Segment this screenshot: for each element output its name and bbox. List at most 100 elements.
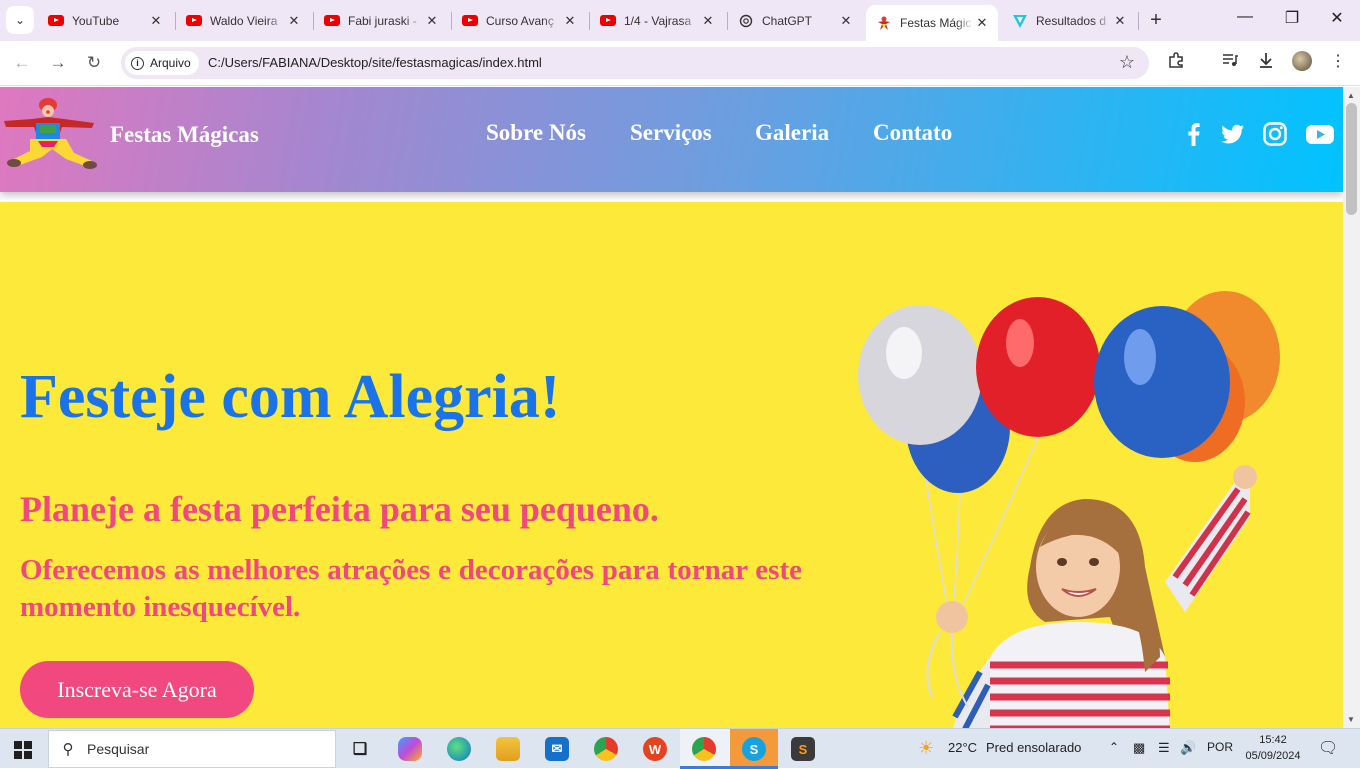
- youtube-icon: [462, 13, 478, 29]
- url-text[interactable]: C:/Users/FABIANA/Desktop/site/festasmagi…: [208, 55, 542, 70]
- system-clock[interactable]: 15:42 05/09/2024: [1240, 732, 1306, 764]
- weather-temperature[interactable]: 22°C: [948, 740, 977, 755]
- tab-title: Curso Avanç: [486, 13, 554, 28]
- download-icon: [1260, 53, 1272, 68]
- windows-taskbar: ⚲ Pesquisar ❑ ✉ W S S ☀ 22°C Pred ensola…: [0, 728, 1360, 769]
- minimize-icon: —: [1237, 8, 1253, 25]
- girl-with-balloons-image: [858, 291, 1280, 728]
- scroll-up-icon[interactable]: ▲: [1347, 91, 1355, 100]
- browser-tab-strip: ⌄ YouTube ✕ Waldo Vieira ✕ Fabi juraski …: [0, 0, 1360, 41]
- sublime-text-icon[interactable]: S: [791, 737, 815, 761]
- instagram-icon[interactable]: [1262, 121, 1288, 147]
- close-icon[interactable]: ✕: [424, 13, 440, 29]
- arrow-right-icon: →: [49, 53, 67, 72]
- restore-button[interactable]: ❐: [1277, 8, 1307, 28]
- volume-icon[interactable]: 🔊: [1180, 740, 1196, 756]
- site-info-label: Arquivo: [150, 56, 191, 70]
- youtube-icon: [324, 13, 340, 29]
- tab-divider: [1138, 12, 1139, 30]
- back-button[interactable]: ←: [11, 52, 33, 74]
- clown-favicon-icon: [876, 15, 892, 31]
- close-window-button[interactable]: ✕: [1322, 8, 1352, 28]
- twitter-icon[interactable]: [1220, 121, 1246, 147]
- page-scrollbar[interactable]: ▲ ▼: [1343, 87, 1360, 728]
- clock-date: 05/09/2024: [1245, 750, 1301, 762]
- forward-button[interactable]: →: [47, 52, 69, 74]
- hero-subtitle: Planeje a festa perfeita para seu pequen…: [20, 489, 659, 529]
- weather-icon[interactable]: ☀: [918, 738, 934, 759]
- chevron-down-icon: ⌄: [14, 13, 26, 27]
- tab-chatgpt[interactable]: ChatGPT ✕: [728, 6, 862, 35]
- windows-start-icon[interactable]: [14, 741, 32, 759]
- search-icon: ⚲: [62, 741, 74, 758]
- brand-name[interactable]: Festas Mágicas: [110, 122, 259, 148]
- tab-title: 1/4 - Vajrasa: [624, 13, 692, 28]
- bookmark-star-icon[interactable]: ☆: [1119, 52, 1135, 73]
- edge-browser-icon[interactable]: [447, 737, 471, 761]
- skype-icon[interactable]: S: [742, 737, 766, 761]
- profile-avatar[interactable]: [1292, 51, 1312, 71]
- tab-festas-magicas[interactable]: Festas Mágic ✕: [866, 5, 998, 41]
- browser-toolbar: ← → ↻ i Arquivo C:/Users/FABIANA/Desktop…: [0, 41, 1360, 86]
- site-info-chip[interactable]: i Arquivo: [125, 51, 199, 75]
- address-bar[interactable]: i Arquivo C:/Users/FABIANA/Desktop/site/…: [121, 47, 1149, 79]
- tab-vajrasana[interactable]: 1/4 - Vajrasa ✕: [590, 6, 724, 35]
- weather-description[interactable]: Pred ensolarado: [986, 740, 1081, 755]
- close-icon[interactable]: ✕: [700, 13, 716, 29]
- language-indicator[interactable]: POR: [1207, 740, 1233, 754]
- tab-search-button[interactable]: ⌄: [6, 6, 34, 34]
- plus-icon: +: [1150, 9, 1162, 31]
- scroll-down-icon[interactable]: ▼: [1347, 715, 1355, 724]
- tab-title: Resultados d: [1036, 13, 1107, 28]
- tab-waldo-vieira[interactable]: Waldo Vieira ✕: [176, 6, 310, 35]
- notifications-icon[interactable]: 🗨: [1318, 738, 1338, 758]
- close-icon[interactable]: ✕: [974, 15, 990, 31]
- media-controls-button[interactable]: [1218, 51, 1242, 74]
- chevron-up-icon[interactable]: ⌃: [1109, 740, 1119, 754]
- extensions-button[interactable]: [1164, 51, 1188, 74]
- wps-office-icon[interactable]: W: [643, 737, 667, 761]
- task-view-icon[interactable]: ❑: [348, 737, 372, 761]
- hero-description: Oferecemos as melhores atrações e decora…: [20, 554, 802, 623]
- copilot-icon[interactable]: [398, 737, 422, 761]
- taskbar-search[interactable]: ⚲ Pesquisar: [48, 730, 336, 768]
- tab-fabi-juraski[interactable]: Fabi juraski - ✕: [314, 6, 448, 35]
- hero-section: Festeje com Alegria! Planeje a festa per…: [0, 202, 1343, 728]
- close-icon[interactable]: ✕: [286, 13, 302, 29]
- tab-youtube[interactable]: YouTube ✕: [38, 6, 172, 35]
- tab-resultados[interactable]: Resultados d ✕: [1002, 6, 1136, 35]
- file-explorer-icon[interactable]: [496, 737, 520, 761]
- clown-logo[interactable]: [2, 95, 100, 173]
- chrome-profile-icon[interactable]: [692, 737, 716, 761]
- tab-title: Festas Mágic: [900, 16, 972, 30]
- browser-menu-button[interactable]: ⋮: [1326, 51, 1350, 71]
- youtube-icon[interactable]: [1305, 121, 1335, 147]
- network-icon[interactable]: ▩: [1133, 740, 1145, 756]
- nav-link-sobre-nos[interactable]: Sobre Nós: [486, 120, 586, 146]
- arrow-left-icon: ←: [13, 53, 31, 72]
- nav-link-galeria[interactable]: Galeria: [755, 120, 829, 146]
- mail-icon[interactable]: ✉: [545, 737, 569, 761]
- close-icon[interactable]: ✕: [148, 13, 164, 29]
- close-icon[interactable]: ✕: [838, 13, 854, 29]
- playlist-icon: [1223, 54, 1238, 66]
- tab-title: Fabi juraski -: [348, 13, 417, 28]
- new-tab-button[interactable]: +: [1146, 9, 1166, 32]
- nav-link-contato[interactable]: Contato: [873, 120, 952, 146]
- signup-button[interactable]: Inscreva-se Agora: [20, 661, 254, 718]
- tab-title: ChatGPT: [762, 13, 813, 28]
- close-icon[interactable]: ✕: [1112, 13, 1128, 29]
- nav-link-servicos[interactable]: Serviços: [630, 120, 712, 146]
- minimize-button[interactable]: —: [1230, 8, 1260, 26]
- facebook-icon[interactable]: [1181, 121, 1207, 147]
- downloads-button[interactable]: [1254, 51, 1278, 74]
- close-icon[interactable]: ✕: [562, 13, 578, 29]
- puzzle-icon: [1169, 52, 1183, 68]
- chrome-icon[interactable]: [594, 737, 618, 761]
- tab-curso-avancado[interactable]: Curso Avanç ✕: [452, 6, 586, 35]
- more-vertical-icon: ⋮: [1330, 53, 1346, 70]
- reload-button[interactable]: ↻: [83, 52, 105, 74]
- scrollbar-thumb[interactable]: [1346, 103, 1357, 215]
- results-favicon-icon: [1012, 13, 1028, 29]
- wifi-icon[interactable]: ☰: [1158, 740, 1170, 756]
